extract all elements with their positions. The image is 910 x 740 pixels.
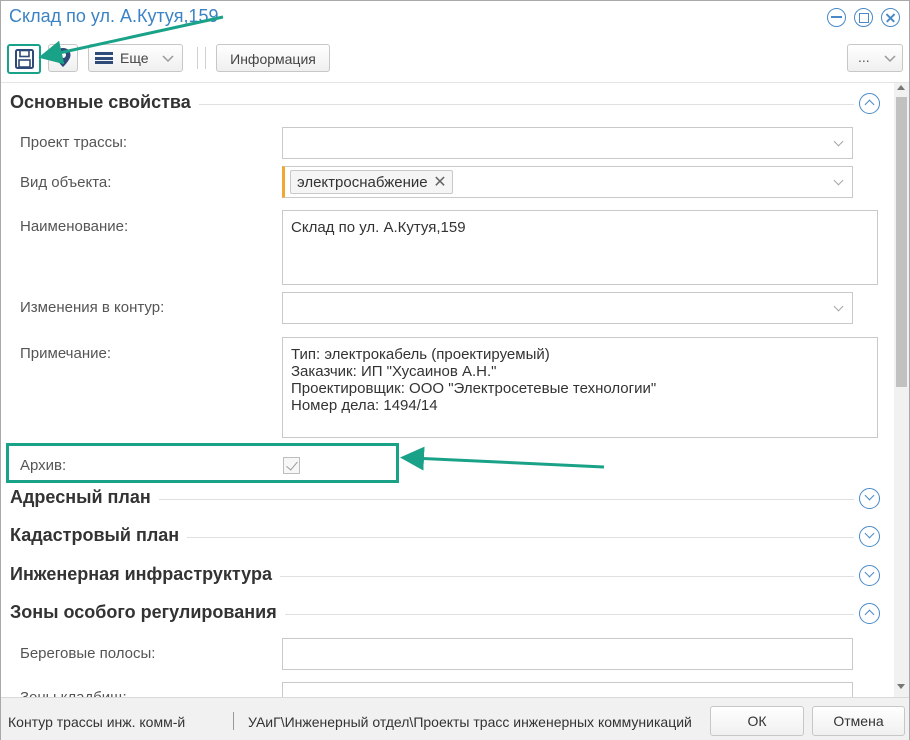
more-menu-button[interactable]: Еще xyxy=(88,44,183,72)
hamburger-icon xyxy=(95,52,113,64)
route-project-dropdown[interactable] xyxy=(282,127,853,159)
form-content: Основные свойства Проект трассы: Вид объ… xyxy=(1,83,894,697)
cemetery-zones-field[interactable] xyxy=(282,682,853,697)
info-label: Информация xyxy=(230,51,316,67)
folder-path: УАиГ\Инженерный отдел\Проекты трасс инже… xyxy=(248,714,692,730)
note-textarea[interactable]: Тип: электрокабель (проектируемый) Заказ… xyxy=(282,337,878,438)
toolbar-separator xyxy=(197,47,198,69)
toolbar-separator xyxy=(205,47,206,69)
chevron-down-icon xyxy=(884,55,896,63)
section-cadastral-plan: Кадастровый план xyxy=(1,522,894,552)
section-main-properties: Основные свойства xyxy=(1,89,894,119)
coastal-strips-field[interactable] xyxy=(282,638,853,670)
note-line: Тип: электрокабель (проектируемый) xyxy=(291,346,550,363)
map-pin-icon xyxy=(55,48,71,67)
dots-label: ... xyxy=(858,49,870,65)
status-separator xyxy=(233,712,234,730)
save-button[interactable] xyxy=(7,44,41,74)
info-button[interactable]: Информация xyxy=(216,44,330,72)
vertical-scrollbar[interactable] xyxy=(894,83,909,697)
collapse-icon[interactable] xyxy=(859,603,880,624)
floppy-disk-icon xyxy=(15,49,34,69)
name-value: Склад по ул. А.Кутуя,159 xyxy=(291,219,466,236)
toolbar: Еще Информация ... xyxy=(1,35,909,83)
more-label: Еще xyxy=(120,50,149,66)
expand-icon[interactable] xyxy=(859,565,880,586)
section-address-plan: Адресный план xyxy=(1,484,894,514)
window-title: Склад по ул. А.Кутуя,159 xyxy=(9,6,219,26)
cemetery-zones-label: Зоны кладбищ: xyxy=(20,689,127,697)
cancel-button[interactable]: Отмена xyxy=(812,706,905,736)
name-textarea[interactable]: Склад по ул. А.Кутуя,159 xyxy=(282,210,878,285)
section-title: Адресный план xyxy=(10,487,159,508)
note-line: Заказчик: ИП "Хусаинов А.Н." xyxy=(291,363,497,380)
expand-icon[interactable] xyxy=(859,526,880,547)
note-line: Проектировщик: ООО "Электросетевые техно… xyxy=(291,380,657,397)
coastal-strips-label: Береговые полосы: xyxy=(20,645,156,662)
maximize-icon[interactable] xyxy=(854,8,873,27)
name-label: Наименование: xyxy=(20,218,129,235)
section-title: Кадастровый план xyxy=(10,525,188,546)
section-title: Зоны особого регулирования xyxy=(10,602,285,623)
chevron-down-icon xyxy=(833,301,844,312)
layer-name: Контур трассы инж. комм-й xyxy=(8,714,186,730)
title-bar: Склад по ул. А.Кутуя,159 xyxy=(1,1,909,35)
section-title: Основные свойства xyxy=(10,92,199,113)
chevron-down-icon xyxy=(162,55,174,63)
chevron-down-icon xyxy=(833,175,844,186)
object-type-label: Вид объекта: xyxy=(20,174,112,191)
section-title: Инженерная инфраструктура xyxy=(10,564,280,585)
scroll-thumb[interactable] xyxy=(896,97,907,387)
contour-changes-label: Изменения в контур: xyxy=(20,299,165,316)
expand-icon[interactable] xyxy=(859,488,880,509)
ok-button[interactable]: ОК xyxy=(710,706,804,736)
map-pin-button[interactable] xyxy=(48,44,78,72)
section-special-zones: Зоны особого регулирования xyxy=(1,599,894,629)
note-line: Номер дела: 1494/14 xyxy=(291,397,438,414)
chevron-down-icon xyxy=(833,136,844,147)
scroll-down-icon[interactable] xyxy=(897,684,905,689)
route-project-label: Проект трассы: xyxy=(20,134,128,151)
more-actions-button[interactable]: ... xyxy=(847,44,903,72)
close-icon[interactable] xyxy=(881,8,900,27)
remove-tag-icon[interactable]: ✕ xyxy=(433,172,446,192)
section-engineering-infrastructure: Инженерная инфраструктура xyxy=(1,561,894,591)
archive-highlight-box xyxy=(6,443,399,483)
collapse-icon[interactable] xyxy=(859,93,880,114)
scroll-up-icon[interactable] xyxy=(897,85,905,90)
tag-label: электроснабжение xyxy=(297,174,428,191)
object-type-select[interactable]: электроснабжение ✕ xyxy=(282,166,853,198)
note-label: Примечание: xyxy=(20,345,111,362)
dialog-window: Склад по ул. А.Кутуя,159 Еще Информация … xyxy=(0,0,910,740)
minimize-icon[interactable] xyxy=(827,8,846,27)
contour-changes-dropdown[interactable] xyxy=(282,292,853,324)
object-type-tag: электроснабжение ✕ xyxy=(290,170,453,194)
status-bar: Контур трассы инж. комм-й УАиГ\Инженерны… xyxy=(1,697,909,740)
